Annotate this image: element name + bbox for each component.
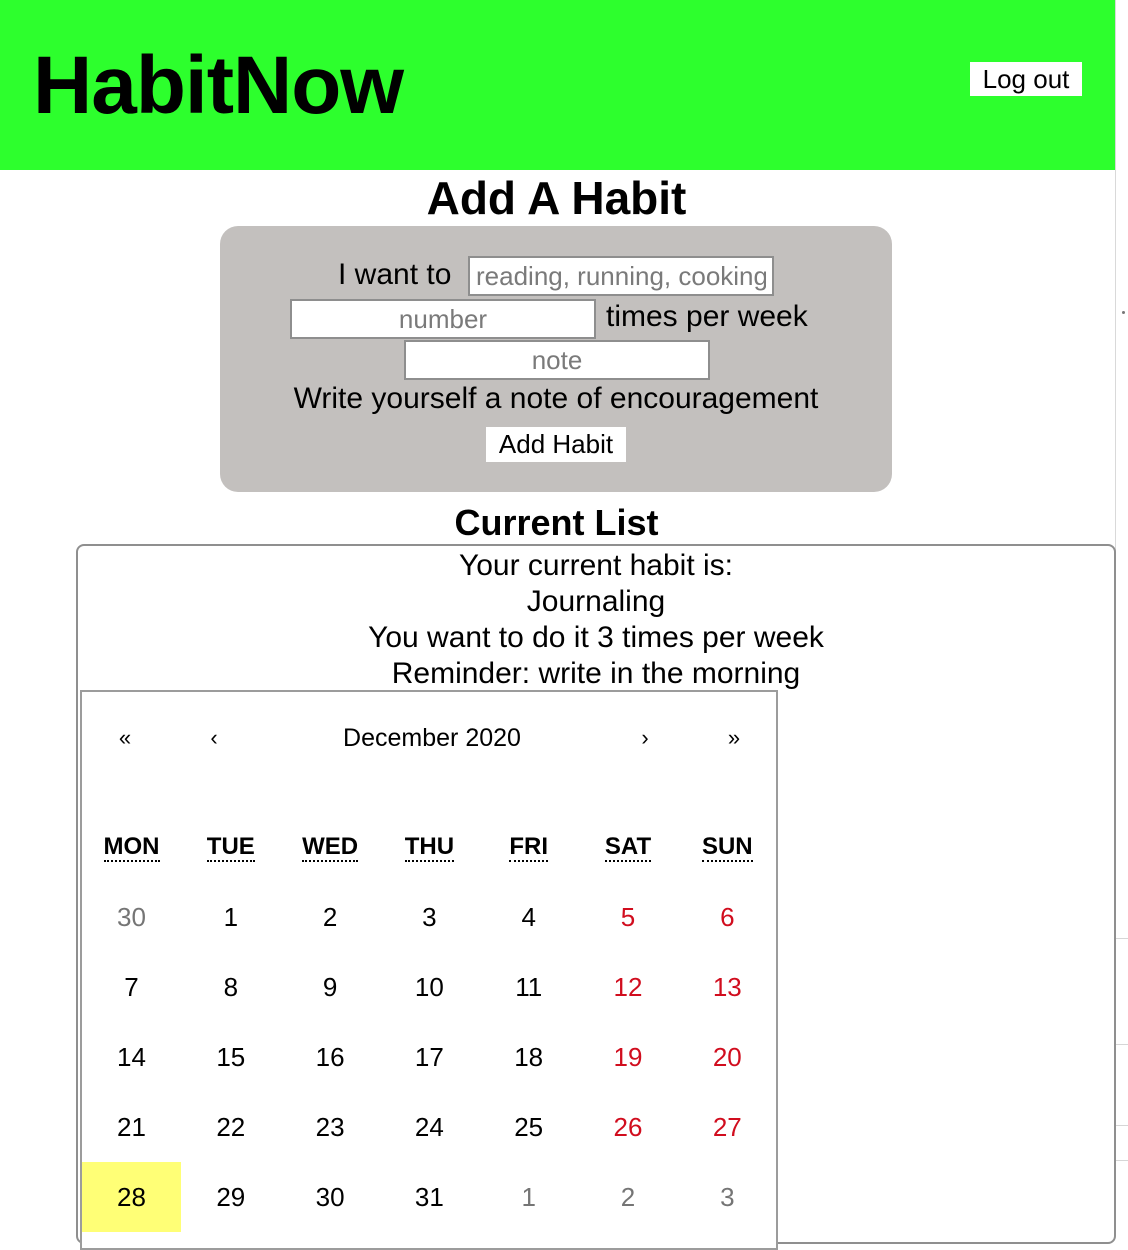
note-input[interactable] <box>404 340 710 380</box>
calendar-day[interactable]: 1 <box>479 1162 578 1232</box>
add-habit-button[interactable]: Add Habit <box>486 427 626 462</box>
window-edge-scroll-area <box>1115 0 1128 1226</box>
calendar-day[interactable]: 2 <box>579 1162 678 1232</box>
calendar-day[interactable]: 17 <box>380 1022 479 1092</box>
add-habit-form: I want to times per week Write yourself … <box>220 226 892 492</box>
calendar-day[interactable]: 26 <box>579 1092 678 1162</box>
calendar-next-month-button[interactable]: › <box>615 718 675 758</box>
logout-button[interactable]: Log out <box>970 62 1082 96</box>
calendar-day[interactable]: 2 <box>281 882 380 952</box>
calendar-month-label[interactable]: December 2020 <box>282 718 582 758</box>
app-header: HabitNow Log out <box>0 0 1115 170</box>
app-title: HabitNow <box>33 40 404 131</box>
calendar-day[interactable]: 6 <box>678 882 777 952</box>
calendar-day[interactable]: 31 <box>380 1162 479 1232</box>
calendar-day[interactable]: 27 <box>678 1092 777 1162</box>
calendar-day[interactable]: 13 <box>678 952 777 1022</box>
calendar-day[interactable]: 12 <box>579 952 678 1022</box>
current-habit-intro: Your current habit is: <box>458 549 734 582</box>
calendar-day[interactable]: 21 <box>82 1092 181 1162</box>
calendar-day[interactable]: 5 <box>579 882 678 952</box>
calendar-day[interactable]: 23 <box>281 1092 380 1162</box>
calendar-day[interactable]: 30 <box>281 1162 380 1232</box>
calendar-day[interactable]: 14 <box>82 1022 181 1092</box>
calendar-day-selected[interactable]: 28 <box>82 1162 181 1232</box>
i-want-to-label: I want to <box>338 258 452 291</box>
weekday-wed: WED <box>281 832 380 862</box>
calendar: « ‹ December 2020 › » MON TUE WED THU FRI SAT… <box>80 690 778 1250</box>
calendar-prev-month-button[interactable]: ‹ <box>184 718 244 758</box>
calendar-day[interactable]: 7 <box>82 952 181 1022</box>
calendar-day[interactable]: 20 <box>678 1022 777 1092</box>
calendar-day[interactable]: 9 <box>281 952 380 1022</box>
weekday-sat: SAT <box>579 832 678 862</box>
current-list-title: Current List <box>454 502 659 543</box>
weekday-tue: TUE <box>181 832 280 862</box>
scroll-indicator-icon <box>1122 311 1125 314</box>
calendar-day[interactable]: 22 <box>181 1092 280 1162</box>
habit-details: Your current habit is: Journaling You wa… <box>78 546 1114 692</box>
current-habit-card: Your current habit is: Journaling You wa… <box>76 544 1116 1250</box>
calendar-day[interactable]: 3 <box>678 1162 777 1232</box>
calendar-day[interactable]: 4 <box>479 882 578 952</box>
current-habit-reminder: Reminder: write in the morning <box>391 657 801 690</box>
times-per-week-label: times per week <box>606 300 808 333</box>
weekday-mon: MON <box>82 832 181 862</box>
habit-input[interactable] <box>468 256 774 296</box>
note-caption: Write yourself a note of encouragement <box>293 382 819 415</box>
calendar-day[interactable]: 30 <box>82 882 181 952</box>
calendar-day[interactable]: 16 <box>281 1022 380 1092</box>
calendar-day[interactable]: 24 <box>380 1092 479 1162</box>
weekday-label: SUN <box>701 833 753 862</box>
add-habit-title: Add A Habit <box>426 172 687 224</box>
weekday-label: TUE <box>206 833 255 862</box>
weekday-label: FRI <box>509 833 549 862</box>
weekday-sun: SUN <box>678 832 777 862</box>
weekday-label: SAT <box>604 833 652 862</box>
calendar-day[interactable]: 25 <box>479 1092 578 1162</box>
calendar-day[interactable]: 1 <box>181 882 280 952</box>
calendar-day[interactable]: 3 <box>380 882 479 952</box>
weekday-label: THU <box>404 833 455 862</box>
calendar-day[interactable]: 10 <box>380 952 479 1022</box>
calendar-day[interactable]: 18 <box>479 1022 578 1092</box>
calendar-day[interactable]: 15 <box>181 1022 280 1092</box>
number-input[interactable] <box>290 299 596 339</box>
calendar-day[interactable]: 29 <box>181 1162 280 1232</box>
calendar-day[interactable]: 19 <box>579 1022 678 1092</box>
weekday-thu: THU <box>380 832 479 862</box>
weekday-label: MON <box>103 833 160 862</box>
calendar-prev-year-button[interactable]: « <box>95 718 155 758</box>
weekday-fri: FRI <box>479 832 578 862</box>
current-habit-name: Journaling <box>526 585 666 618</box>
calendar-day[interactable]: 8 <box>181 952 280 1022</box>
calendar-next-year-button[interactable]: » <box>704 718 764 758</box>
current-habit-frequency: You want to do it 3 times per week <box>368 621 824 654</box>
calendar-day[interactable]: 11 <box>479 952 578 1022</box>
weekday-label: WED <box>302 833 359 862</box>
